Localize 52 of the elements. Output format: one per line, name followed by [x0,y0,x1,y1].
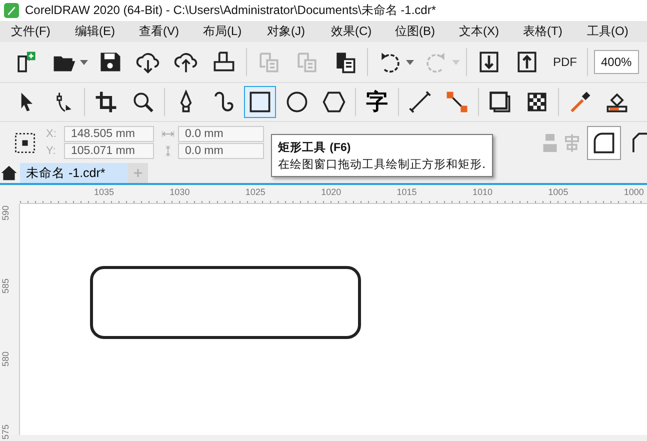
round-corner-button[interactable] [587,126,621,160]
height-field[interactable]: 0.0 mm [178,143,264,159]
ruler-label: 1000 [624,187,644,197]
menu-item[interactable]: 布局(L) [192,23,256,40]
document-tab[interactable]: 未命名 -1.cdr* [20,163,128,183]
menu-item[interactable]: 文件(F) [0,23,64,40]
ruler-label: 580 [0,351,11,367]
menu-item[interactable]: 位图(B) [384,23,448,40]
home-icon [0,164,18,182]
menu-item[interactable]: 表格(T) [512,23,576,40]
window-title: CorelDRAW 2020 (64-Bit) - C:\Users\Administrator\Documents\未命名 -1.cdr* [25,2,436,19]
y-label: Y: [46,145,57,157]
text-tool-button[interactable]: 字 [361,86,393,118]
zoom-field[interactable]: 400% [594,50,639,74]
shadow-icon [487,89,513,115]
width-icon [162,129,174,139]
tooltip-text: 在绘图窗口拖动工具绘制正方形和矩形. [278,156,486,172]
ruler-label: 1020 [321,187,342,197]
x-position-field[interactable]: 148.505 mm [64,126,154,142]
ruler-label: 1025 [245,187,266,197]
menu-item[interactable]: 文本(X) [448,23,512,40]
ruler-label: 590 [0,205,11,221]
width-field[interactable]: 0.0 mm [178,126,264,142]
line-icon [407,89,433,115]
ruler-label: 575 [0,424,11,440]
menu-item[interactable]: 查看(V) [128,23,192,40]
connector-icon [444,89,470,115]
caret-icon[interactable] [80,60,88,64]
ruler-label: 1030 [170,187,190,197]
tooltip-title: 矩形工具 (F6) [278,139,352,156]
y-position-field[interactable]: 105.071 mm [64,143,154,159]
ruler-label: 1035 [94,187,114,197]
plus-icon [134,167,142,179]
menu-item[interactable]: 对象(J) [256,23,320,40]
crop-icon [93,89,119,115]
menu-item[interactable]: 工具(O) [576,23,640,40]
caret-icon[interactable] [406,60,414,64]
rectangle-tool-button[interactable] [244,86,276,118]
polygon-icon [321,89,347,115]
menu-item[interactable]: 编辑(E) [64,23,128,40]
ruler-label: 1010 [472,187,493,197]
ruler-label: 1015 [396,187,417,197]
ruler-label: 1005 [548,187,568,197]
align-icon [543,134,557,152]
rectangle-icon [247,89,273,115]
x-label: X: [46,128,58,140]
align-icon [565,134,579,152]
ruler-label: 585 [0,278,11,294]
publish-pdf-button[interactable]: PDF [549,46,581,78]
menu-item[interactable]: 效果(C) [320,23,384,40]
ellipse-icon [284,89,310,115]
app-logo-icon [4,3,19,18]
